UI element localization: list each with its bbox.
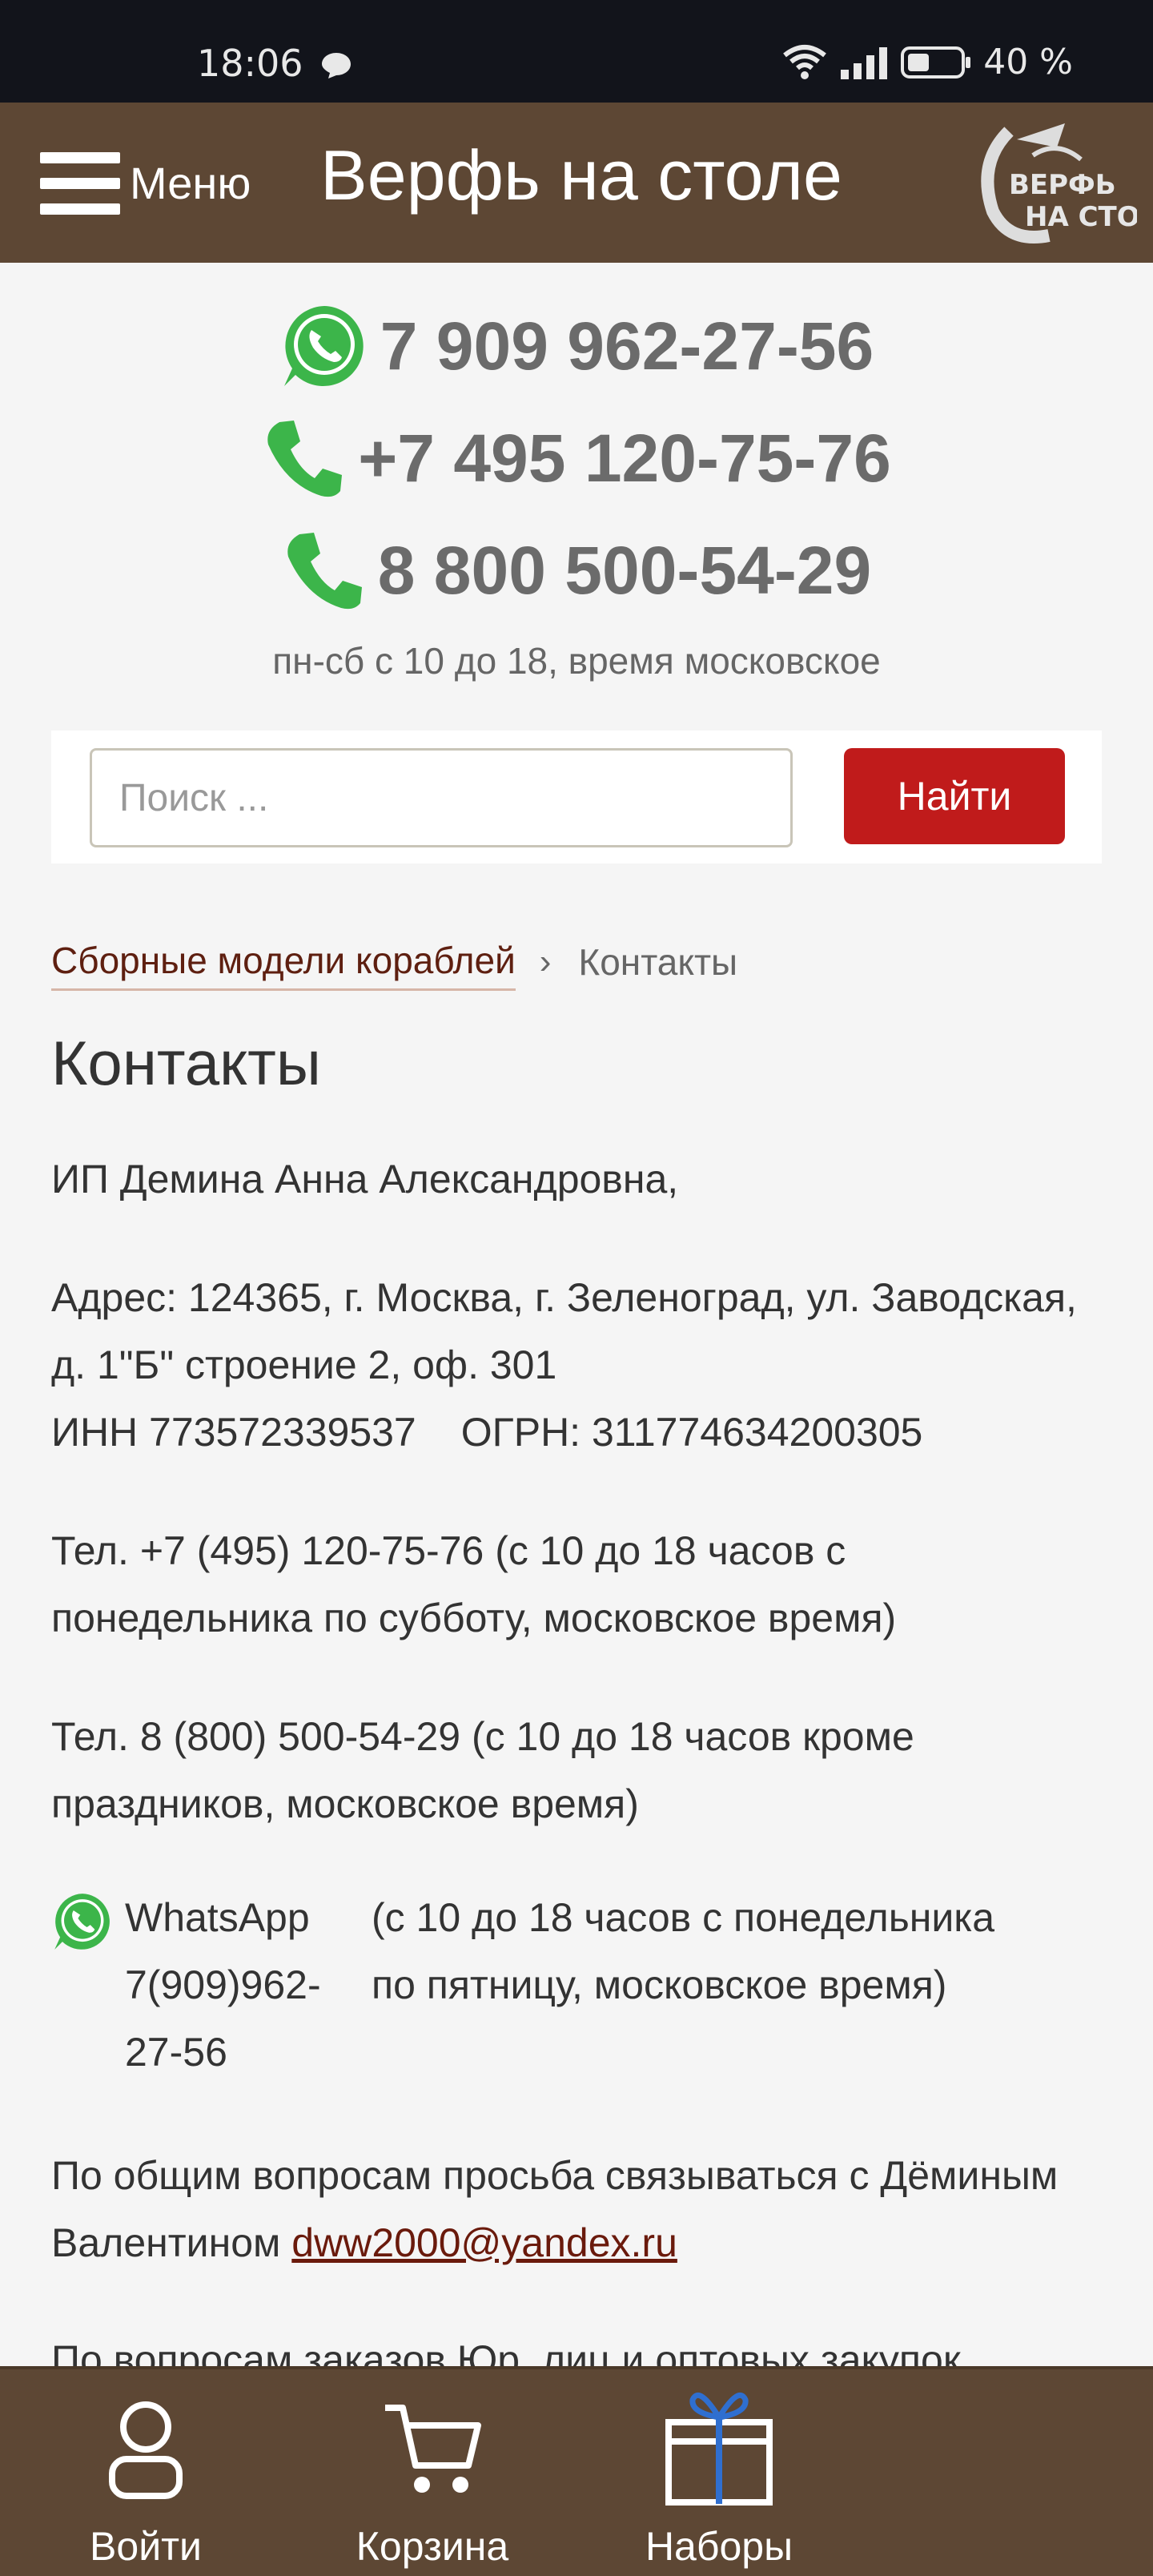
- search-input[interactable]: Поиск ...: [90, 748, 793, 847]
- menu-icon[interactable]: [40, 152, 120, 215]
- site-title[interactable]: Верфь на столе: [320, 135, 842, 216]
- owner-name: ИП Демина Анна Александровна,: [51, 1157, 679, 1201]
- search-button[interactable]: Найти: [844, 748, 1065, 844]
- signal-icon: [841, 46, 888, 79]
- whatsapp-number[interactable]: 7 909 962-27-56: [380, 308, 874, 385]
- bottom-nav: Войти Корзина Наборы: [0, 2366, 1153, 2576]
- email-link[interactable]: dww2000@yandex.ru: [291, 2220, 677, 2265]
- address-text: Адрес: 124365, г. Москва, г. Зеленоград,…: [51, 1275, 1077, 1387]
- whatsapp-icon: [283, 306, 364, 386]
- whatsapp-icon[interactable]: [51, 1890, 114, 1953]
- nav-login[interactable]: Войти: [26, 2369, 266, 2576]
- menu-button-label[interactable]: Меню: [130, 157, 251, 209]
- battery-percent: 40 %: [983, 42, 1073, 83]
- whatsapp-label[interactable]: WhatsApp 7(909)962-27-56: [125, 1884, 357, 2086]
- gift-icon: [665, 2393, 773, 2506]
- phone-number-2[interactable]: 8 800 500-54-29: [378, 532, 872, 610]
- ogrn-text: ОГРН: 311774634200305: [460, 1410, 923, 1455]
- status-time: 18:06: [197, 42, 303, 85]
- status-right: 40 %: [781, 42, 1073, 83]
- nav-cart-label: Корзина: [356, 2524, 509, 2569]
- svg-text:ВЕРФЬ: ВЕРФЬ: [1009, 169, 1116, 201]
- working-hours: пн-сб с 10 до 18, время московское: [272, 640, 881, 682]
- tel-2-text: Тел. 8 (800) 500-54-29 (с 10 до 18 часов…: [51, 1714, 914, 1826]
- wifi-icon: [783, 44, 827, 79]
- contact-phones: 7 909 962-27-56 +7 495 120-75-76 8 800 5…: [0, 290, 1153, 626]
- nav-sets-label: Наборы: [645, 2524, 793, 2569]
- address-block: Адрес: 124365, г. Москва, г. Зеленоград,…: [51, 1264, 1108, 1466]
- chat-bubble-icon: [322, 53, 351, 78]
- contact-details: ИП Демина Анна Александровна, Адрес: 124…: [51, 1145, 1108, 1889]
- breadcrumb-link-models[interactable]: Сборные модели кораблей: [51, 939, 516, 991]
- battery-icon: [901, 46, 971, 78]
- phone-number-1[interactable]: +7 495 120-75-76: [358, 420, 891, 497]
- phone-row-1[interactable]: +7 495 120-75-76: [0, 402, 1153, 514]
- general-questions: По общим вопросам просьба связываться с …: [51, 2142, 1108, 2276]
- nav-login-label: Войти: [90, 2524, 202, 2569]
- search-bar: Поиск ... Найти: [51, 731, 1102, 863]
- site-header: Меню Верфь на столе ВЕРФЬ НА СТОЛЕ: [0, 103, 1153, 263]
- whatsapp-hours: (с 10 до 18 часов с понедельника по пятн…: [372, 1895, 995, 2007]
- nav-sets[interactable]: Наборы: [599, 2369, 839, 2576]
- site-logo[interactable]: ВЕРФЬ НА СТОЛЕ: [961, 115, 1137, 252]
- user-icon: [109, 2401, 183, 2499]
- whatsapp-row[interactable]: 7 909 962-27-56: [0, 290, 1153, 402]
- page-title: Контакты: [51, 1028, 321, 1098]
- chevron-right-icon: ›: [539, 941, 552, 981]
- breadcrumb: Сборные модели кораблей › Контакты: [51, 939, 737, 991]
- breadcrumb-current: Контакты: [578, 940, 738, 983]
- cart-icon: [385, 2405, 481, 2493]
- tel-1-text: Тел. +7 (495) 120-75-76 (с 10 до 18 часо…: [51, 1528, 897, 1640]
- nav-cart[interactable]: Корзина: [312, 2369, 552, 2576]
- phone-icon: [267, 421, 343, 497]
- status-bar: 18:06 40 %: [0, 0, 1153, 103]
- phone-icon: [287, 533, 362, 610]
- inn-text: ИНН 773572339537: [51, 1410, 416, 1455]
- svg-text:НА СТОЛЕ: НА СТОЛЕ: [1025, 201, 1137, 233]
- phone-row-2[interactable]: 8 800 500-54-29: [0, 514, 1153, 626]
